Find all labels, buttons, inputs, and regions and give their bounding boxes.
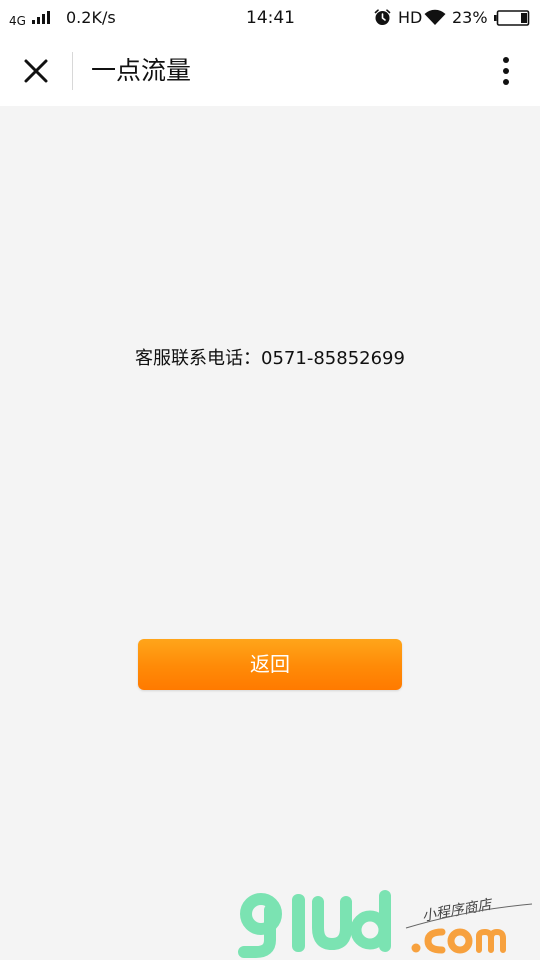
back-button[interactable]: 返回	[138, 639, 402, 690]
more-button[interactable]	[492, 50, 520, 92]
signal-icon	[32, 11, 54, 24]
page-title: 一点流量	[91, 56, 192, 85]
close-button[interactable]	[14, 49, 58, 93]
battery-icon	[494, 10, 530, 26]
wifi-icon	[424, 9, 446, 25]
status-bar: 4G 0.2K/s 14:41 HD 23%	[0, 0, 540, 36]
nav-bar: 一点流量	[0, 36, 540, 106]
alarm-icon	[374, 9, 391, 25]
nav-divider	[72, 52, 73, 90]
hd-indicator: HD	[398, 8, 423, 27]
network-type: 4G	[9, 14, 26, 28]
service-phone-text: 客服联系电话：0571-85852699	[135, 348, 405, 369]
clock: 14:41	[246, 8, 295, 28]
close-icon	[24, 59, 48, 83]
network-speed: 0.2K/s	[66, 8, 116, 27]
battery-percent: 23%	[452, 8, 488, 27]
watermark-logo: 小程序商店	[238, 890, 533, 958]
